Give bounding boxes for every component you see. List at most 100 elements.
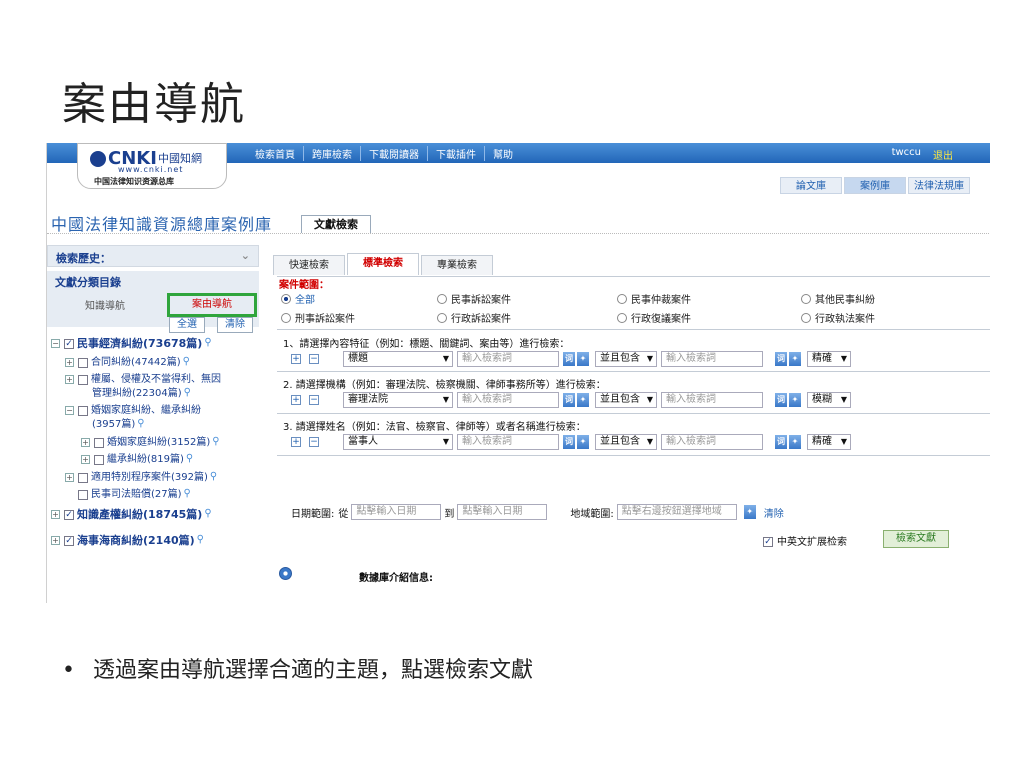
tree-item[interactable]: + 合同糾紛(47442篇) ⚲ [65, 356, 190, 370]
radio-button[interactable] [281, 293, 291, 304]
word-freq-icon[interactable]: 词 [563, 352, 575, 366]
tab-law[interactable]: 法律法規庫 [908, 177, 970, 194]
radio-button[interactable] [617, 293, 627, 304]
date-from-input[interactable]: 點擊輸入日期 [351, 504, 442, 520]
add-row-icon[interactable]: + [291, 354, 301, 364]
tree-item[interactable]: + 婚姻家庭糾紛(3152篇) ⚲ [81, 436, 220, 450]
checkbox[interactable] [78, 375, 88, 385]
search-icon[interactable]: ⚲ [183, 356, 190, 367]
date-to-input[interactable]: 點擊輸入日期 [457, 504, 548, 520]
match-mode-select[interactable]: 模糊 ▼ [807, 392, 851, 408]
expand-icon[interactable]: + [65, 473, 74, 482]
tab-professional-search[interactable]: 專業檢索 [421, 255, 493, 275]
tree-item[interactable]: (3957篇) ⚲ [92, 418, 145, 432]
tree-item[interactable]: 民事司法賠償(27篇) ⚲ [78, 488, 191, 502]
tree-label[interactable]: 管理糾紛(22304篇) [92, 387, 182, 401]
tree-item[interactable]: 管理糾紛(22304篇) ⚲ [92, 387, 191, 401]
knowledge-nav-link[interactable]: 知識導航 [85, 297, 125, 312]
tab-thesis[interactable]: 論文庫 [780, 177, 842, 194]
tree-label[interactable]: 婚姻家庭糾紛(3152篇) [107, 436, 210, 450]
radio-civil-litigation[interactable]: 民事訴訟案件 [437, 291, 511, 306]
add-row-icon[interactable]: + [291, 395, 301, 405]
region-button-icon[interactable]: ✦ [743, 505, 756, 519]
clear-region-link[interactable]: 清除 [764, 505, 784, 520]
expand-icon[interactable]: + [51, 536, 60, 545]
field-select[interactable]: 當事人 ▼ [343, 434, 453, 450]
word-freq-icon[interactable]: 词 [563, 435, 575, 449]
search-button[interactable]: 檢索文獻 [883, 530, 949, 548]
field-select[interactable]: 標題 ▼ [343, 351, 453, 367]
tree-label[interactable]: 適用特別程序案件(392篇) [91, 471, 208, 485]
remove-row-icon[interactable]: − [309, 395, 319, 405]
tree-label[interactable]: 知識產權糾紛(18745篇) [77, 508, 202, 522]
radio-admin-review[interactable]: 行政復議案件 [617, 310, 691, 325]
tree-label[interactable]: 婚姻家庭糾紛、繼承糾紛 [91, 404, 201, 418]
logic-select[interactable]: 並且包含 ▼ [595, 392, 657, 408]
clear-button[interactable]: 清除 [217, 317, 253, 333]
checkbox[interactable]: ✓ [64, 339, 74, 349]
keyword-input[interactable]: 輸入檢索詞 [457, 434, 559, 450]
checkbox[interactable] [78, 406, 88, 416]
chevron-down-icon[interactable]: ⌄ [241, 249, 250, 262]
radio-button[interactable] [801, 293, 811, 304]
logic-select[interactable]: 並且包含 ▼ [595, 434, 657, 450]
expand-icon[interactable]: ✦ [789, 352, 801, 366]
term-helper-icons[interactable]: 词 ✦ [563, 435, 591, 449]
tree-item[interactable]: − 婚姻家庭糾紛、繼承糾紛 [65, 404, 201, 418]
tree-item[interactable]: + ✓ 海事海商糾紛(2140篇) ⚲ [51, 534, 204, 548]
expand-icon[interactable]: ✦ [577, 435, 589, 449]
radio-button[interactable] [617, 312, 627, 323]
expand-icon[interactable]: ✦ [789, 393, 801, 407]
remove-row-icon[interactable]: − [309, 437, 319, 447]
tree-label[interactable]: 海事海商糾紛(2140篇) [77, 534, 195, 548]
radio-criminal[interactable]: 刑事訴訟案件 [281, 310, 355, 325]
search-icon[interactable]: ⚲ [137, 418, 144, 429]
radio-admin-litigation[interactable]: 行政訴訟案件 [437, 310, 511, 325]
term-helper-icons[interactable]: 词 ✦ [775, 393, 803, 407]
tree-label[interactable]: (3957篇) [92, 418, 135, 432]
keyword-input[interactable]: 輸入檢索詞 [457, 351, 559, 367]
tree-label[interactable]: 繼承糾紛(819篇) [107, 453, 184, 467]
remove-row-icon[interactable]: − [309, 354, 319, 364]
keyword-input[interactable]: 輸入檢索詞 [457, 392, 559, 408]
term-helper-icons[interactable]: 词 ✦ [775, 435, 803, 449]
checkbox[interactable] [78, 473, 88, 483]
term-helper-icons[interactable]: 词 ✦ [775, 352, 803, 366]
tree-label[interactable]: 權屬、侵權及不當得利、無因 [91, 373, 221, 387]
case-nav-link[interactable]: 案由導航 [167, 293, 257, 317]
checkbox[interactable]: ✓ [64, 510, 74, 520]
expand-icon[interactable]: + [81, 455, 90, 464]
tab-document-search[interactable]: 文獻檢索 [301, 215, 371, 233]
search-icon[interactable]: ⚲ [212, 436, 219, 447]
radio-button[interactable] [281, 312, 291, 323]
field-select[interactable]: 審理法院 ▼ [343, 392, 453, 408]
radio-button[interactable] [437, 293, 447, 304]
nav-download-plugin[interactable]: 下載插件 [428, 146, 485, 161]
collapse-icon[interactable]: − [51, 339, 60, 348]
checkbox[interactable] [94, 438, 104, 448]
expand-icon[interactable]: + [81, 438, 90, 447]
logic-select[interactable]: 並且包含 ▼ [595, 351, 657, 367]
tab-quick-search[interactable]: 快速檢索 [273, 255, 345, 275]
radio-admin-enforcement[interactable]: 行政執法案件 [801, 310, 875, 325]
word-freq-icon[interactable]: 词 [775, 393, 787, 407]
search-icon[interactable]: ⚲ [210, 471, 217, 482]
tree-label[interactable]: 民事司法賠償(27篇) [91, 488, 182, 502]
tab-case[interactable]: 案例庫 [844, 177, 906, 194]
search-icon[interactable]: ⚲ [197, 534, 204, 545]
nav-help[interactable]: 幫助 [485, 146, 521, 161]
checkbox[interactable]: ✓ [64, 536, 74, 546]
region-picker-icon[interactable]: ✦ [743, 505, 758, 519]
search-icon[interactable]: ⚲ [204, 337, 211, 348]
search-icon[interactable]: ⚲ [184, 488, 191, 499]
expand-icon[interactable]: ✦ [577, 352, 589, 366]
nav-download-reader[interactable]: 下載閱讀器 [361, 146, 428, 161]
word-freq-icon[interactable]: 词 [563, 393, 575, 407]
tree-item[interactable]: − ✓ 民事經濟糾紛(73678篇) ⚲ [51, 337, 212, 351]
nav-home[interactable]: 檢索首頁 [247, 146, 304, 161]
tree-label[interactable]: 合同糾紛(47442篇) [91, 356, 181, 370]
expand-icon[interactable]: + [65, 375, 74, 384]
word-freq-icon[interactable]: 词 [775, 352, 787, 366]
radio-all[interactable]: 全部 [281, 291, 315, 306]
region-input[interactable]: 點擊右邊按鈕選擇地域 [616, 504, 737, 520]
